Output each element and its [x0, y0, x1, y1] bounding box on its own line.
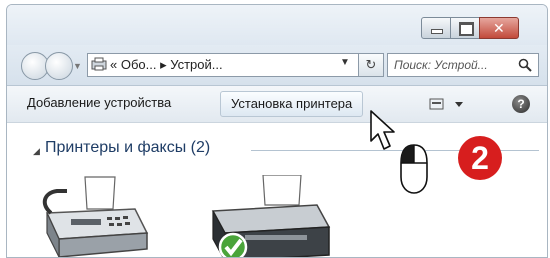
printer-default-icon[interactable] [205, 175, 335, 258]
refresh-button[interactable]: ↻ [359, 53, 384, 77]
mouse-left-click-icon [400, 144, 428, 194]
refresh-icon: ↻ [365, 57, 377, 72]
help-icon[interactable]: ? [512, 95, 530, 113]
recent-pages-dropdown[interactable]: ▼ [73, 61, 82, 71]
forward-button[interactable] [45, 52, 73, 80]
close-icon: ✕ [493, 20, 505, 36]
step-number-badge: 2 [458, 136, 502, 180]
close-button[interactable]: ✕ [479, 17, 519, 39]
address-path: « Обо... ▸ Устрой... [110, 57, 223, 72]
address-bar[interactable]: « Обо... ▸ Устрой... ▼ [87, 53, 359, 77]
navigation-bar: ▼ « Обо... ▸ Устрой... ▼ ↻ Поиск: Устрой… [7, 45, 547, 86]
maximize-button[interactable] [450, 17, 480, 39]
magnifier-icon[interactable] [518, 58, 532, 72]
group-header[interactable]: Принтеры и факсы (2) [45, 139, 210, 157]
search-box[interactable]: Поиск: Устрой... [387, 53, 539, 77]
command-bar: Добавление устройства Установка принтера… [7, 86, 547, 123]
minimize-button[interactable] [421, 17, 451, 39]
mouse-pointer-icon [370, 110, 395, 150]
view-options-icon[interactable] [428, 96, 468, 112]
title-bar: ✕ [7, 5, 547, 45]
explorer-window: ✕ ▼ « Обо... ▸ Устрой... ▼ ↻ Поиск: Устр… [6, 4, 548, 258]
search-input[interactable]: Поиск: Устрой... [394, 58, 488, 72]
add-device-button[interactable]: Добавление устройства [27, 93, 171, 113]
collapse-group-icon[interactable]: ◢ [33, 146, 40, 157]
devices-folder-icon [91, 57, 107, 71]
fax-icon[interactable] [37, 175, 157, 258]
install-printer-button[interactable]: Установка принтера [220, 91, 364, 117]
address-dropdown[interactable]: ▼ [340, 57, 350, 68]
maximize-icon [459, 22, 474, 36]
minimize-icon [431, 29, 443, 34]
